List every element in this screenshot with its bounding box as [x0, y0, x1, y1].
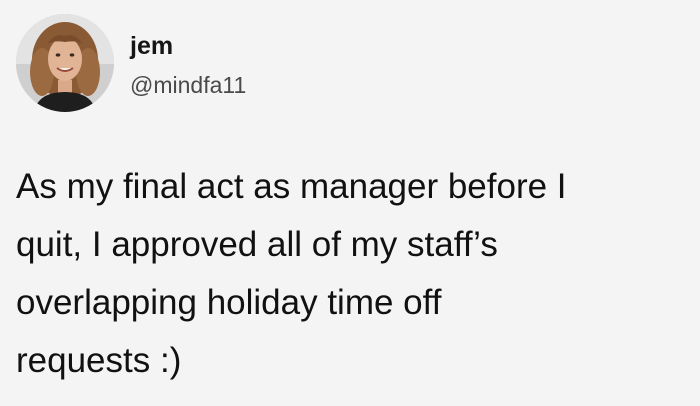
profile-photo-icon — [16, 14, 114, 112]
tweet-card: jem @mindfa11 As my final act as manager… — [0, 0, 700, 406]
author-name[interactable]: jem — [130, 34, 173, 59]
tweet-text-line: As my final act as manager before I — [16, 167, 567, 206]
tweet-text-line: requests :) — [16, 341, 182, 380]
tweet-text-line: overlapping holiday time off — [16, 283, 442, 322]
avatar[interactable] — [16, 14, 114, 112]
tweet-text: As my final act as manager before I quit… — [16, 158, 688, 390]
tweet-text-line: quit, I approved all of my staff’s — [16, 225, 498, 264]
author-handle[interactable]: @mindfa11 — [130, 74, 246, 97]
